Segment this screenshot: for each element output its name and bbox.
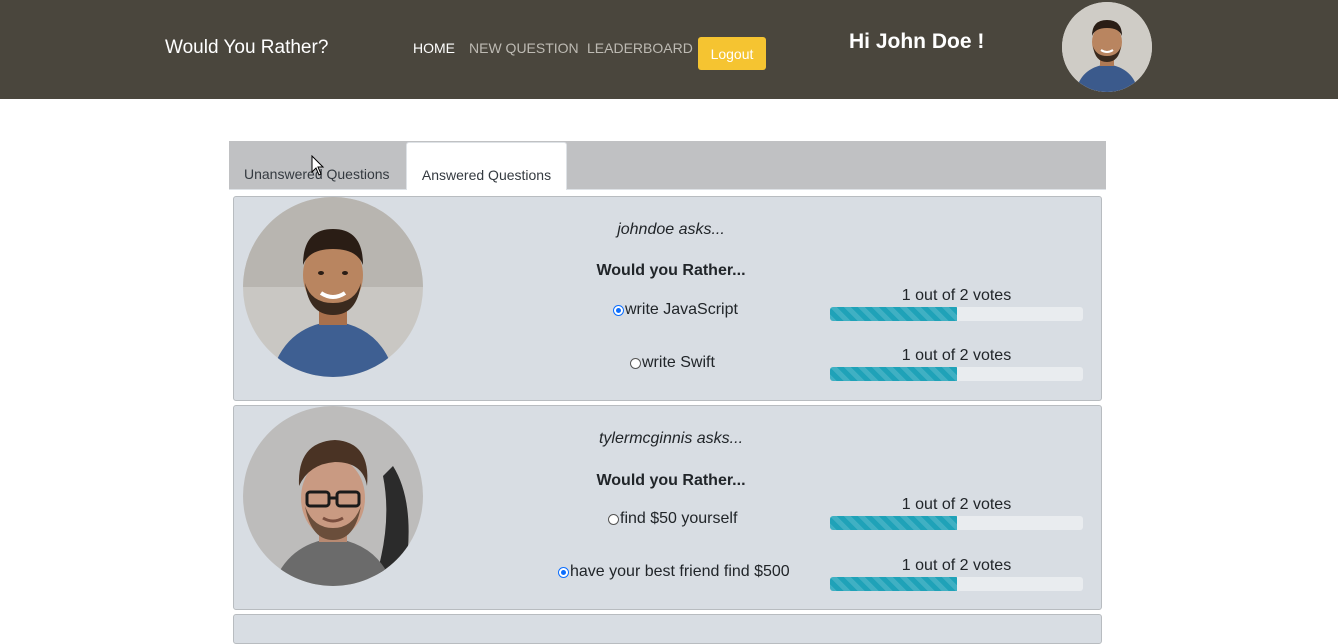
radio-selected[interactable] (613, 304, 624, 316)
nav-link-leaderboard[interactable]: LEADERBOARD (587, 40, 693, 56)
option-text: find $50 yourself (620, 510, 738, 527)
vote-count: 1 out of 2 votes (901, 557, 1012, 574)
top-navbar: Would You Rather? HOME NEW QUESTION LEAD… (0, 0, 1338, 99)
vote-progress-bar (830, 307, 1083, 321)
vote-progress-fill (830, 367, 957, 381)
vote-count: 1 out of 2 votes (901, 287, 1012, 304)
question-tabs: Unanswered Questions Answered Questions (229, 141, 1106, 190)
vote-progress-fill (830, 307, 957, 321)
option-text: have your best friend find $500 (570, 563, 790, 580)
question-card: johndoe asks... Would you Rather... writ… (233, 196, 1102, 401)
question-asker: tylermcginnis asks... (598, 430, 744, 447)
nav-link-home[interactable]: HOME (413, 40, 455, 56)
user-greeting: Hi John Doe ! (849, 30, 985, 53)
nav-link-new-question[interactable]: NEW QUESTION (469, 40, 579, 56)
option-text: write JavaScript (625, 301, 738, 318)
vote-count: 1 out of 2 votes (901, 496, 1012, 513)
app-brand[interactable]: Would You Rather? (165, 37, 328, 59)
tab-answered-questions[interactable]: Answered Questions (406, 142, 567, 190)
radio-unselected[interactable] (630, 357, 641, 369)
radio-unselected[interactable] (608, 513, 619, 525)
radio-selected[interactable] (558, 566, 569, 578)
vote-progress-fill (830, 516, 957, 530)
vote-progress-bar (830, 367, 1083, 381)
vote-progress-fill (830, 577, 957, 591)
question-prompt: Would you Rather... (596, 472, 746, 489)
option-text: write Swift (642, 354, 715, 371)
logout-button[interactable]: Logout (698, 37, 766, 70)
option-row[interactable]: write JavaScript (613, 301, 738, 319)
user-avatar (1062, 2, 1152, 92)
vote-progress-bar (830, 577, 1083, 591)
vote-progress-bar (830, 516, 1083, 530)
question-prompt: Would you Rather... (596, 262, 746, 279)
option-row[interactable]: write Swift (630, 354, 715, 372)
question-asker: johndoe asks... (617, 221, 725, 238)
option-row[interactable]: have your best friend find $500 (558, 563, 790, 581)
option-row[interactable]: find $50 yourself (608, 510, 737, 528)
vote-count: 1 out of 2 votes (901, 347, 1012, 364)
question-card: tylermcginnis asks... Would you Rather..… (233, 405, 1102, 610)
